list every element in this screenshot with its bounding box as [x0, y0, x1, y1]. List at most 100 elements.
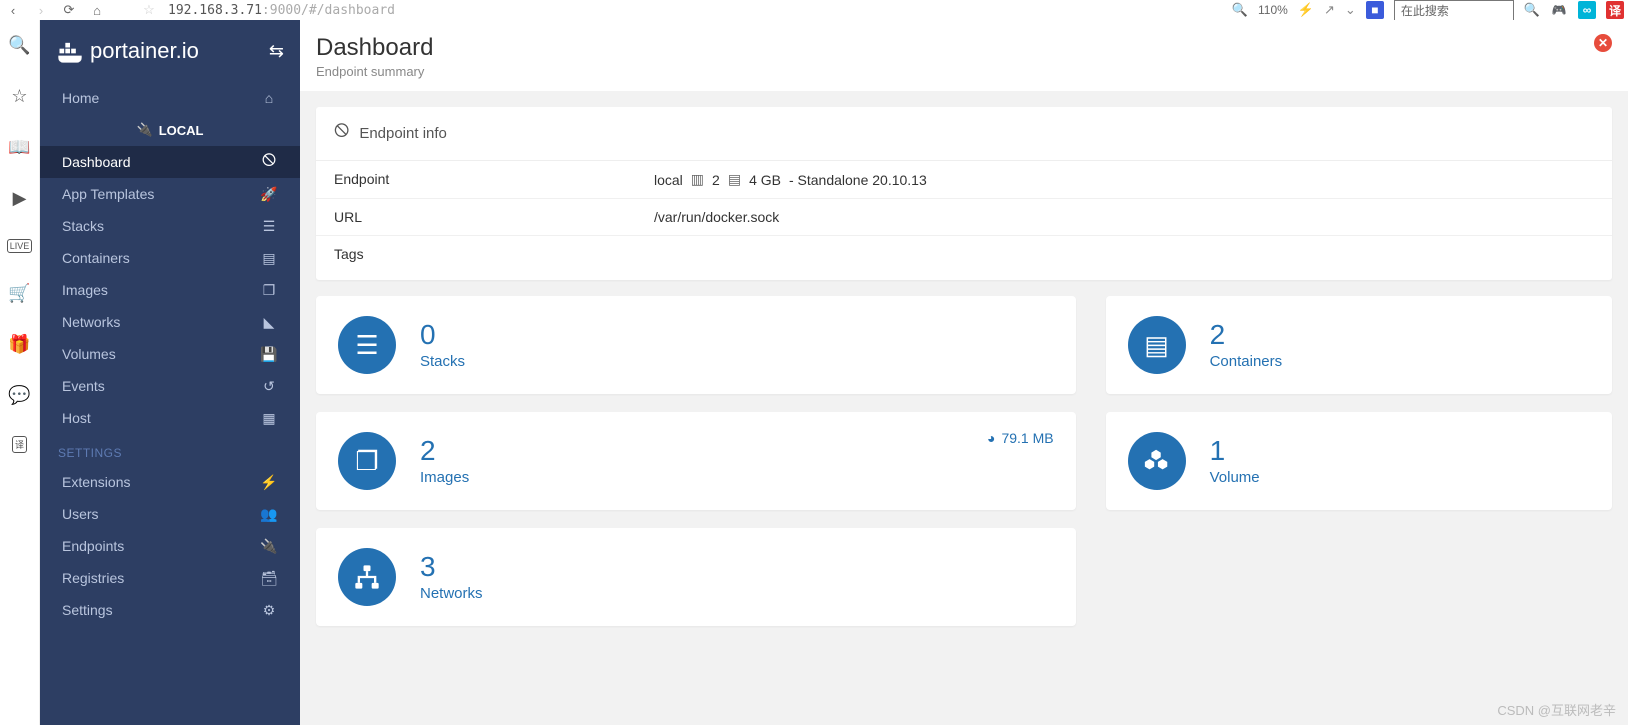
- sidebar-item-volumes[interactable]: Volumes 💾: [40, 338, 300, 370]
- live-icon[interactable]: LIVE: [7, 239, 33, 253]
- sidebar-item-label: Home: [62, 90, 99, 106]
- chevron-down-icon[interactable]: ⌄: [1345, 2, 1356, 18]
- th-list-icon: ☰: [338, 316, 396, 374]
- browser-sidebar: 🔍 ☆ 📖 ▶ LIVE 🛒 🎁 💬 译: [0, 20, 40, 725]
- stacks-count: 0: [420, 321, 465, 349]
- sidebar-item-app-templates[interactable]: App Templates 🚀: [40, 178, 300, 210]
- tile-images[interactable]: ❐ 2 Images ◕ 79.1 MB: [316, 412, 1076, 510]
- database-icon: 🗃: [260, 570, 278, 587]
- sidebar-item-label: Host: [62, 410, 91, 426]
- th-icon: ▦: [260, 410, 278, 427]
- sidebar-item-label: Endpoints: [62, 538, 124, 554]
- sitemap-icon: [338, 548, 396, 606]
- sidebar-item-label: Extensions: [62, 474, 130, 490]
- networks-count: 3: [420, 553, 483, 581]
- clone-icon: ❐: [260, 282, 278, 299]
- url-value: /var/run/docker.sock: [654, 209, 779, 225]
- tile-volumes[interactable]: 1 Volume: [1106, 412, 1612, 510]
- star-icon[interactable]: ☆: [11, 86, 27, 107]
- sidebar-item-extensions[interactable]: Extensions ⚡: [40, 466, 300, 498]
- search-icon[interactable]: 🔍: [1524, 2, 1540, 18]
- sidebar-item-label: Registries: [62, 570, 124, 586]
- watermark: CSDN @互联网老辛: [1497, 700, 1616, 719]
- chat-icon[interactable]: 💬: [8, 385, 30, 406]
- sidebar-item-label: Containers: [62, 250, 130, 266]
- plug-icon: 🔌: [260, 538, 278, 555]
- book-icon[interactable]: 📖: [8, 137, 30, 158]
- sidebar-item-dashboard[interactable]: Dashboard 🛇: [40, 146, 300, 178]
- networks-label: Networks: [420, 585, 483, 602]
- sidebar-item-host[interactable]: Host ▦: [40, 402, 300, 434]
- sidebar-item-images[interactable]: Images ❐: [40, 274, 300, 306]
- sidebar-item-containers[interactable]: Containers ▤: [40, 242, 300, 274]
- sidebar-item-label: Dashboard: [62, 154, 131, 170]
- tile-containers[interactable]: ▤ 2 Containers: [1106, 296, 1612, 394]
- sitemap-icon: ◣: [260, 314, 278, 331]
- tags-label: Tags: [334, 246, 654, 262]
- sidebar-item-label: Networks: [62, 314, 120, 330]
- sidebar-item-label: App Templates: [62, 186, 154, 202]
- logo[interactable]: portainer.io: [56, 37, 199, 65]
- sidebar-item-settings[interactable]: Settings ⚙: [40, 594, 300, 626]
- plug-icon: 🔌: [137, 122, 153, 138]
- sidebar-item-label: Settings: [62, 602, 113, 618]
- containers-label: Containers: [1210, 353, 1283, 370]
- forward-icon[interactable]: ›: [32, 3, 50, 18]
- dashboard-icon: 🛇: [334, 121, 349, 146]
- cpu-icon: ▥: [691, 171, 704, 188]
- logo-text: portainer.io: [90, 38, 199, 64]
- bolt-icon: ⚡: [260, 474, 278, 491]
- swap-icon[interactable]: ⇆: [269, 41, 284, 62]
- close-icon[interactable]: ✕: [1594, 34, 1612, 52]
- back-icon[interactable]: ‹: [4, 3, 22, 18]
- flash-icon[interactable]: ⚡: [1298, 2, 1314, 18]
- sidebar-item-stacks[interactable]: Stacks ☰: [40, 210, 300, 242]
- page-subtitle: Endpoint summary: [316, 64, 433, 79]
- sidebar-item-label: Images: [62, 282, 108, 298]
- share-icon[interactable]: ↗: [1324, 2, 1335, 18]
- volumes-count: 1: [1210, 437, 1260, 465]
- gift-icon[interactable]: 🎁: [8, 334, 30, 355]
- server-icon: ▤: [260, 250, 278, 267]
- sidebar-item-label: Volumes: [62, 346, 116, 362]
- home-icon[interactable]: ⌂: [88, 3, 106, 18]
- search-icon[interactable]: 🔍: [8, 35, 30, 56]
- app-sidebar: portainer.io ⇆ Home ⌂ 🔌 LOCAL Dashboard …: [40, 20, 300, 725]
- sidebar-item-events[interactable]: Events ↺: [40, 370, 300, 402]
- ext-icon-1[interactable]: ■: [1366, 1, 1384, 19]
- rocket-icon: 🚀: [260, 186, 278, 203]
- ext-icon-infinity[interactable]: ∞: [1578, 1, 1596, 19]
- sidebar-item-home[interactable]: Home ⌂: [40, 82, 300, 114]
- sidebar-item-networks[interactable]: Networks ◣: [40, 306, 300, 338]
- cogs-icon: ⚙: [260, 602, 278, 619]
- images-label: Images: [420, 469, 469, 486]
- star-icon[interactable]: ☆: [140, 2, 158, 18]
- cubes-icon: [1128, 432, 1186, 490]
- tile-stacks[interactable]: ☰ 0 Stacks: [316, 296, 1076, 394]
- url-bar[interactable]: 192.168.3.71:9000/#/dashboard: [168, 3, 395, 18]
- clone-icon: ❐: [338, 432, 396, 490]
- sidebar-item-label: Events: [62, 378, 105, 394]
- tile-networks[interactable]: 3 Networks: [316, 528, 1076, 626]
- main-content: Dashboard Endpoint summary ✕ 🛇 Endpoint …: [300, 20, 1628, 725]
- sidebar-heading-settings: SETTINGS: [40, 434, 300, 466]
- sidebar-item-endpoints[interactable]: Endpoints 🔌: [40, 530, 300, 562]
- zoom-out-icon[interactable]: 🔍: [1232, 2, 1248, 18]
- video-icon[interactable]: ▶: [13, 188, 27, 209]
- sidebar-item-users[interactable]: Users 👥: [40, 498, 300, 530]
- images-count: 2: [420, 437, 469, 465]
- reload-icon[interactable]: ⟳: [60, 2, 78, 18]
- sidebar-section-local: 🔌 LOCAL: [40, 114, 300, 146]
- panel-title: Endpoint info: [359, 125, 447, 142]
- zoom-level: 110%: [1258, 3, 1288, 17]
- th-list-icon: ☰: [260, 218, 278, 235]
- translate-icon[interactable]: 译: [12, 436, 27, 453]
- ext-icon-translate[interactable]: 译: [1606, 1, 1624, 19]
- images-size: ◕ 79.1 MB: [987, 430, 1054, 446]
- endpoint-label: Endpoint: [334, 171, 654, 188]
- page-title: Dashboard: [316, 34, 433, 64]
- browser-search-input[interactable]: 在此搜索: [1394, 0, 1514, 21]
- cart-icon[interactable]: 🛒: [8, 283, 30, 304]
- ext-icon-gamepad[interactable]: 🎮: [1550, 1, 1568, 19]
- sidebar-item-registries[interactable]: Registries 🗃: [40, 562, 300, 594]
